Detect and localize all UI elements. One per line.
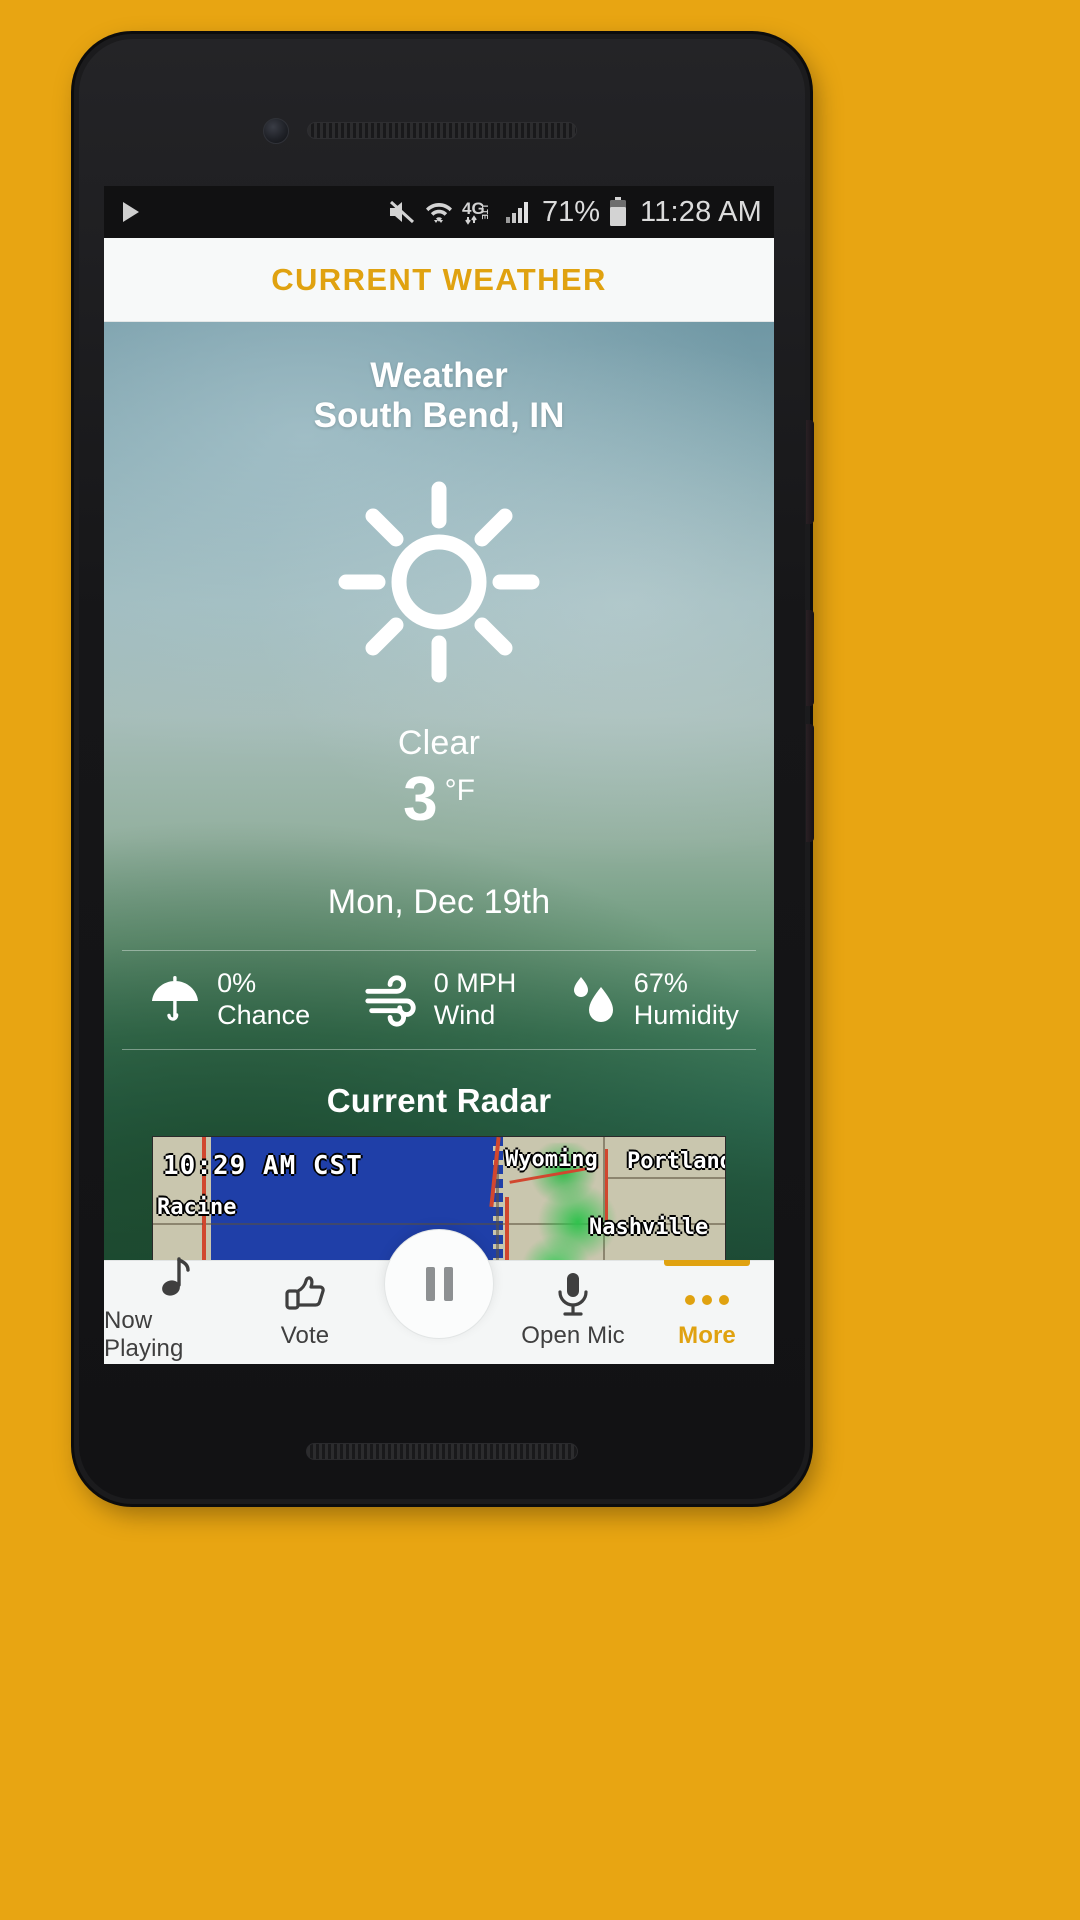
humidity-droplet-icon	[562, 971, 622, 1029]
weather-heading: Weather	[370, 356, 508, 395]
sun-clear-icon	[336, 479, 542, 690]
stat-chance: 0% Chance	[122, 968, 333, 1032]
radar-highway	[505, 1196, 509, 1262]
stat-wind: 0 MPH Wind	[333, 968, 544, 1032]
battery-icon	[609, 197, 627, 227]
weather-condition-text: Clear	[397, 723, 481, 762]
power-button[interactable]	[806, 420, 814, 524]
weather-scroll-area[interactable]: Weather South Bend, IN Clear 3 °F Mon, D…	[104, 322, 774, 1262]
nav-label-vote: Vote	[280, 1321, 330, 1349]
battery-percentage: 71%	[541, 195, 601, 228]
nav-label-now-playing: Now Playing	[104, 1306, 184, 1362]
play-icon	[120, 200, 142, 224]
wifi-icon	[425, 199, 453, 225]
thumbs-up-icon	[281, 1268, 329, 1318]
stat-humidity-label: Humidity	[633, 999, 739, 1030]
play-pause-button[interactable]	[385, 1230, 493, 1338]
bottom-navigation-bar: Now Playing Vote Open Mic More	[104, 1230, 774, 1364]
stat-chance-label: Chance	[217, 999, 311, 1030]
radar-timestamp: 10:29 AM CST	[163, 1150, 363, 1181]
stat-wind-value: 0 MPH	[433, 967, 517, 998]
4g-lte-icon: 4G LTE	[462, 199, 496, 225]
volume-up-button[interactable]	[806, 610, 814, 706]
umbrella-icon	[145, 971, 205, 1029]
weather-content: Weather South Bend, IN Clear 3 °F Mon, D…	[104, 322, 774, 1262]
stat-humidity: 67% Humidity	[545, 968, 756, 1032]
microphone-icon	[551, 1268, 595, 1318]
cell-signal-icon	[505, 199, 533, 225]
weather-location: South Bend, IN	[313, 395, 565, 435]
page-title: CURRENT WEATHER	[271, 261, 607, 297]
weather-condition-icon-wrap	[104, 460, 774, 710]
radar-city-label: Nashville	[589, 1214, 709, 1240]
nav-item-now-playing[interactable]: Now Playing	[104, 1256, 238, 1364]
weather-stats-row: 0% Chance 0 MPH Wind 67% Humidity	[122, 949, 756, 1050]
radar-section-title: Current Radar	[326, 1081, 552, 1119]
weather-date: Mon, Dec 19th	[327, 882, 551, 921]
wind-icon	[362, 971, 422, 1029]
weather-temperature-unit: °F	[444, 773, 475, 807]
stat-chance-value: 0%	[217, 967, 257, 998]
android-status-bar: 4G LTE 71% 11:28 AM	[104, 186, 774, 238]
nav-label-open-mic: Open Mic	[521, 1321, 625, 1349]
earpiece-speaker	[307, 122, 577, 139]
nav-active-indicator	[664, 1260, 750, 1266]
nav-item-vote[interactable]: Vote	[238, 1261, 372, 1364]
stat-wind-label: Wind	[433, 999, 496, 1030]
stat-humidity-value: 67%	[633, 967, 688, 998]
app-header: CURRENT WEATHER	[104, 238, 774, 322]
front-camera	[263, 118, 289, 144]
radar-city-label: Wyoming	[505, 1146, 598, 1172]
weather-temperature-row: 3 °F	[104, 764, 774, 834]
radar-highway	[605, 1148, 608, 1225]
svg-text:LTE: LTE	[480, 205, 489, 220]
bottom-speaker-grille	[306, 1443, 578, 1460]
pause-icon	[425, 1267, 453, 1301]
radar-city-label: Racine	[157, 1194, 237, 1220]
nav-item-open-mic[interactable]: Open Mic	[506, 1261, 640, 1364]
more-dots-icon	[680, 1268, 734, 1318]
nav-label-more: More	[678, 1321, 736, 1349]
music-note-icon	[149, 1255, 193, 1303]
status-bar-clock: 11:28 AM	[640, 195, 762, 228]
weather-temperature-value: 3	[403, 764, 438, 834]
phone-screen: 4G LTE 71% 11:28 AM CURRENT WEATHER Weat…	[104, 186, 774, 1364]
volume-muted-icon	[388, 199, 416, 225]
nav-item-more[interactable]: More	[640, 1260, 774, 1364]
volume-down-button[interactable]	[806, 724, 814, 842]
radar-city-label: Portland	[627, 1148, 726, 1174]
